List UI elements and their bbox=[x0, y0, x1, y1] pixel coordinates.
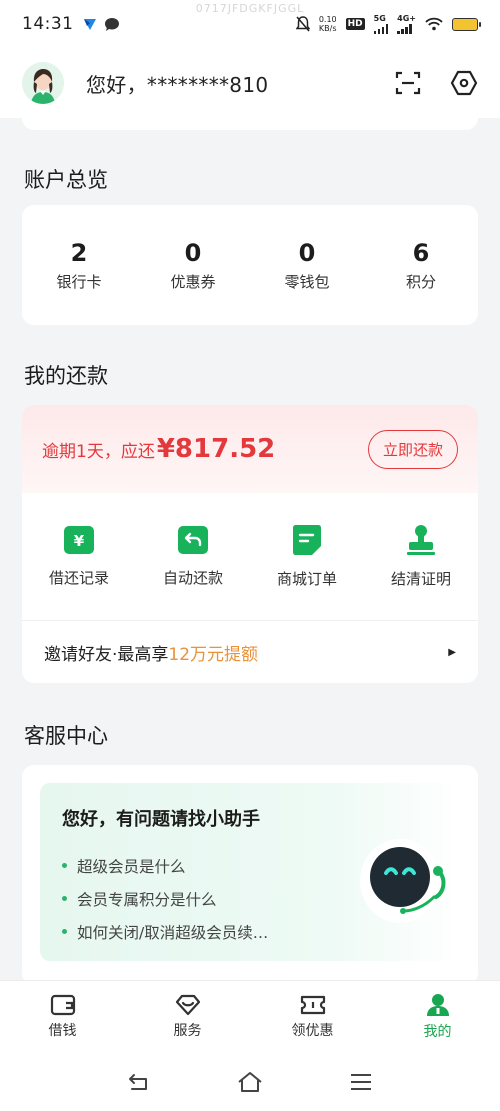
bottom-tab-bar: 借钱 服务 领优惠 我的 bbox=[0, 980, 500, 1052]
faq-text: 会员专属积分是什么 bbox=[77, 890, 217, 909]
auto-return-icon bbox=[178, 526, 208, 554]
tab-label: 领优惠 bbox=[291, 1022, 334, 1039]
overview-points[interactable]: 6 积分 bbox=[364, 205, 478, 325]
message-icon bbox=[104, 17, 119, 31]
overdue-banner: 逾期1天，应还 ¥817.52 立即还款 bbox=[22, 405, 478, 493]
action-settlement-proof[interactable]: 结清证明 bbox=[364, 493, 478, 620]
scan-icon[interactable] bbox=[394, 69, 422, 97]
status-bar: 0717JFDGKFJGGL 14:31 0.10 KB/s HD 5G 4G+ bbox=[0, 0, 500, 48]
overview-value: 0 bbox=[298, 238, 316, 267]
overview-value: 6 bbox=[412, 238, 430, 267]
faq-text: 如何关闭/取消超级会员续… bbox=[77, 923, 269, 942]
yen-note-icon: ¥ bbox=[64, 526, 94, 554]
action-label: 结清证明 bbox=[390, 570, 451, 588]
repayment-title: 我的还款 bbox=[24, 364, 108, 388]
user-icon bbox=[426, 993, 449, 1016]
bullet-dot bbox=[62, 896, 67, 901]
action-auto-repay[interactable]: 自动还款 bbox=[136, 493, 250, 620]
overview-value: 2 bbox=[70, 238, 88, 267]
back-icon[interactable] bbox=[127, 1072, 151, 1092]
invite-text: 邀请好友·最高享 bbox=[44, 644, 169, 665]
watermark: 0717JFDGKFJGGL bbox=[195, 2, 305, 15]
hd-badge: HD bbox=[345, 18, 365, 30]
faq-text: 超级会员是什么 bbox=[77, 857, 186, 876]
settings-hexagon-icon[interactable] bbox=[450, 69, 478, 97]
tab-label: 我的 bbox=[423, 1023, 452, 1040]
recent-apps-icon[interactable] bbox=[349, 1072, 373, 1092]
tab-label: 服务 bbox=[173, 1022, 202, 1039]
repayment-actions: ¥ 借还记录 自动还款 商城订单 结清证明 bbox=[22, 493, 478, 621]
action-label: 商城订单 bbox=[276, 570, 337, 588]
overview-label: 银行卡 bbox=[56, 272, 102, 291]
action-label: 借还记录 bbox=[48, 569, 109, 587]
signal-4g-icon bbox=[397, 23, 412, 34]
tab-mine[interactable]: 我的 bbox=[375, 981, 500, 1052]
tab-label: 借钱 bbox=[48, 1022, 77, 1039]
arrow-right-icon: ▶ bbox=[448, 646, 456, 658]
invite-highlight: 12万元提额 bbox=[168, 644, 259, 665]
avatar[interactable] bbox=[22, 62, 64, 104]
tab-offers[interactable]: 领优惠 bbox=[250, 981, 375, 1052]
overview-label: 优惠券 bbox=[170, 272, 216, 291]
net-4g-label: 4G+ bbox=[397, 13, 416, 23]
mute-icon bbox=[295, 16, 310, 32]
overview-coupons[interactable]: 0 优惠券 bbox=[136, 205, 250, 325]
repay-now-button[interactable]: 立即还款 bbox=[367, 429, 458, 469]
svg-text:¥: ¥ bbox=[74, 532, 85, 550]
status-time: 14:31 bbox=[22, 14, 74, 34]
heart-icon bbox=[175, 994, 200, 1015]
app-header: 您好，********810 bbox=[0, 48, 500, 118]
wallet-icon bbox=[50, 994, 75, 1015]
overview-bank-cards[interactable]: 2 银行卡 bbox=[22, 205, 136, 325]
bullet-dot bbox=[62, 929, 67, 934]
assistant-heading: 您好，有问题请找小助手 bbox=[62, 809, 260, 830]
overview-wallet[interactable]: 0 零钱包 bbox=[250, 205, 364, 325]
stamp-icon bbox=[407, 525, 435, 555]
home-icon[interactable] bbox=[237, 1071, 263, 1093]
ticket-icon bbox=[300, 995, 325, 1014]
tab-borrow[interactable]: 借钱 bbox=[0, 981, 125, 1052]
action-loan-records[interactable]: ¥ 借还记录 bbox=[22, 493, 136, 620]
order-note-icon bbox=[293, 525, 321, 555]
network-speed-unit: KB/s bbox=[318, 24, 337, 33]
action-label: 自动还款 bbox=[162, 569, 223, 587]
overview-title: 账户总览 bbox=[24, 168, 108, 192]
network-speed-value: 0.10 bbox=[318, 15, 337, 24]
overview-label: 零钱包 bbox=[284, 272, 330, 291]
customer-service-card: 您好，有问题请找小助手 超级会员是什么 会员专属积分是什么 如何关闭/取消超级会… bbox=[22, 765, 478, 985]
signal-5g-icon bbox=[373, 23, 389, 34]
greeting-text: 您好，********810 bbox=[86, 72, 269, 97]
service-title: 客服中心 bbox=[24, 724, 108, 748]
assistant-robot-icon bbox=[360, 839, 446, 923]
wifi-icon bbox=[425, 17, 443, 31]
repayment-card: 逾期1天，应还 ¥817.52 立即还款 ¥ 借还记录 自动还款 商城订单 结清… bbox=[22, 405, 478, 683]
assistant-panel[interactable]: 您好，有问题请找小助手 超级会员是什么 会员专属积分是什么 如何关闭/取消超级会… bbox=[40, 783, 460, 961]
bullet-dot bbox=[62, 863, 67, 868]
overview-value: 0 bbox=[184, 238, 202, 267]
system-navigation-bar bbox=[0, 1052, 500, 1111]
action-mall-orders[interactable]: 商城订单 bbox=[250, 493, 364, 620]
account-overview-card: 2 银行卡 0 优惠券 0 零钱包 6 积分 bbox=[22, 205, 478, 325]
overview-label: 积分 bbox=[405, 272, 436, 291]
top-card-edge bbox=[22, 118, 478, 130]
net-5g-label: 5G bbox=[373, 13, 386, 23]
tab-services[interactable]: 服务 bbox=[125, 981, 250, 1052]
invite-friends-row[interactable]: 邀请好友·最高享 12万元提额 ▶ bbox=[22, 621, 478, 683]
overdue-text: 逾期1天，应还 bbox=[42, 441, 155, 462]
avatar-illustration bbox=[22, 62, 64, 104]
overdue-amount: ¥817.52 bbox=[156, 434, 276, 464]
app-notification-icon bbox=[83, 19, 96, 30]
battery-icon bbox=[452, 17, 481, 31]
